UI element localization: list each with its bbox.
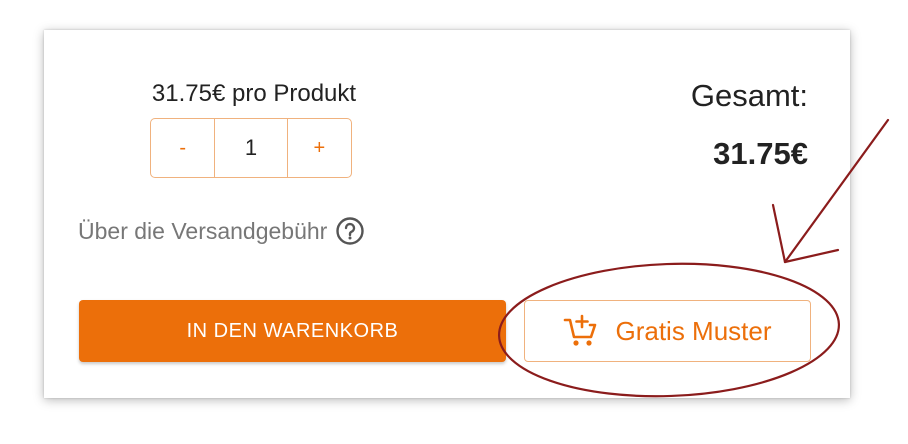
cart-plus-icon [563,314,599,348]
shipping-info[interactable]: Über die Versandgebühr [78,216,365,246]
quantity-stepper: - 1 + [150,118,352,178]
free-sample-label: Gratis Muster [615,315,772,346]
price-per-product: 31.75€ pro Produkt [151,80,357,107]
total-value: 31.75€ [713,136,808,171]
product-purchase-card: 31.75€ pro Produkt - 1 + Über die Versan… [44,30,850,398]
add-to-cart-button[interactable]: IN DEN WARENKORB [79,300,506,362]
quantity-increase-button[interactable]: + [288,119,351,177]
quantity-value[interactable]: 1 [214,119,288,177]
free-sample-button[interactable]: Gratis Muster [524,300,811,362]
total-label: Gesamt: [690,78,808,113]
quantity-decrease-button[interactable]: - [151,119,214,177]
shipping-info-label: Über die Versandgebühr [78,217,328,244]
question-circle-icon[interactable] [335,216,365,246]
